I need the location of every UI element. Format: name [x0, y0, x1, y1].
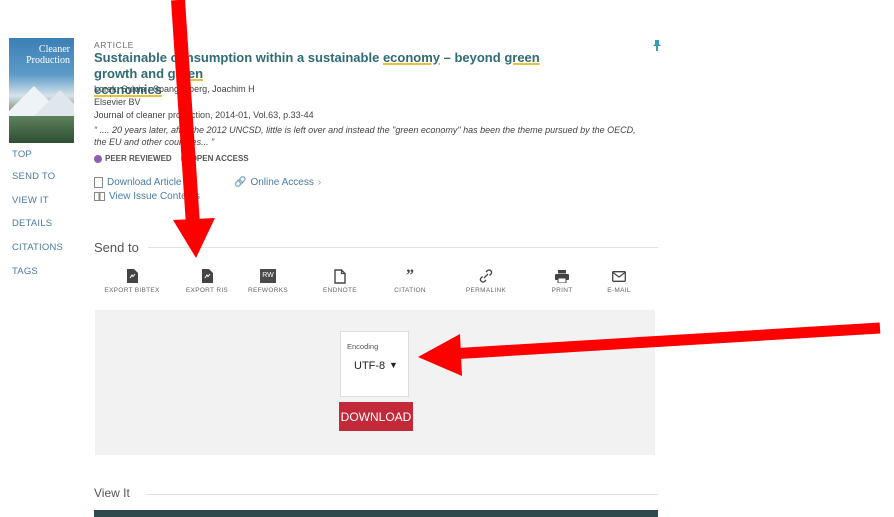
- sidebar-item-top[interactable]: TOP: [12, 149, 32, 160]
- view-it-heading: View It: [94, 486, 130, 500]
- encoding-select[interactable]: Encoding UTF-8 ▼: [340, 331, 409, 397]
- divider: [148, 247, 658, 248]
- record-publisher: Elsevier BV: [94, 97, 141, 107]
- online-access-link[interactable]: 🔗 Online Access ›: [234, 177, 321, 188]
- encoding-value: UTF-8: [354, 360, 386, 372]
- endnote-button[interactable]: ENDNOTE: [310, 268, 370, 294]
- refworks-icon: RW: [238, 268, 298, 284]
- file-icon: [177, 268, 237, 284]
- quote-icon: ”: [406, 267, 414, 284]
- record-badges: PEER REVIEWED OPEN ACCESS: [94, 154, 249, 163]
- record-type: ARTICLE: [94, 40, 134, 50]
- sidebar-item-tags[interactable]: TAGS: [12, 266, 38, 277]
- record-snippet: “ .... 20 years later, after the 2012 UN…: [94, 125, 636, 147]
- book-cover-thumbnail[interactable]: Cleaner Production: [9, 38, 74, 143]
- print-button[interactable]: PRINT: [532, 268, 592, 294]
- export-bibtex-button[interactable]: EXPORT BIBTEX: [102, 268, 162, 294]
- view-it-bar: [94, 510, 658, 517]
- sidebar-item-view-it[interactable]: VIEW IT: [12, 195, 49, 206]
- email-button[interactable]: E-MAIL: [589, 268, 649, 294]
- record-authors[interactable]: Lorek, Sylvia ; Spangenberg, Joachim H: [94, 84, 255, 94]
- dropdown-arrow-icon: ▼: [389, 360, 398, 370]
- download-button[interactable]: DOWNLOAD: [339, 402, 413, 431]
- encoding-label: Encoding: [347, 342, 379, 351]
- citation-button[interactable]: ” CITATION: [380, 267, 440, 295]
- chevron-right-icon: ›: [317, 177, 322, 188]
- view-issue-contents-link[interactable]: View Issue Contents: [94, 191, 200, 202]
- open-access-badge: OPEN ACCESS: [190, 154, 249, 163]
- record-source: Journal of cleaner production, 2014-01, …: [94, 110, 314, 120]
- pin-icon[interactable]: [653, 40, 661, 51]
- permalink-button[interactable]: PERMALINK: [456, 268, 516, 294]
- pdf-icon: [94, 177, 103, 188]
- export-ris-button[interactable]: EXPORT RIS: [177, 268, 237, 294]
- mail-icon: [589, 268, 649, 284]
- download-article-link[interactable]: Download Article: [94, 177, 181, 188]
- divider: [146, 494, 658, 495]
- sidebar-item-details[interactable]: DETAILS: [12, 218, 52, 229]
- document-icon: [310, 268, 370, 284]
- sidebar-item-send-to[interactable]: SEND TO: [12, 171, 55, 182]
- peer-reviewed-badge: PEER REVIEWED: [105, 154, 172, 163]
- peer-reviewed-icon: [94, 154, 102, 163]
- sidebar-item-citations[interactable]: CITATIONS: [12, 242, 63, 253]
- book-icon: [94, 192, 105, 201]
- link-icon: 🔗: [234, 177, 247, 188]
- open-access-icon: [180, 154, 188, 163]
- cover-title: Cleaner Production: [26, 44, 70, 66]
- file-icon: [102, 268, 162, 284]
- printer-icon: [532, 268, 592, 284]
- refworks-button[interactable]: RW REFWORKS: [238, 268, 298, 294]
- link-icon: [456, 268, 516, 284]
- send-to-heading: Send to: [94, 240, 139, 255]
